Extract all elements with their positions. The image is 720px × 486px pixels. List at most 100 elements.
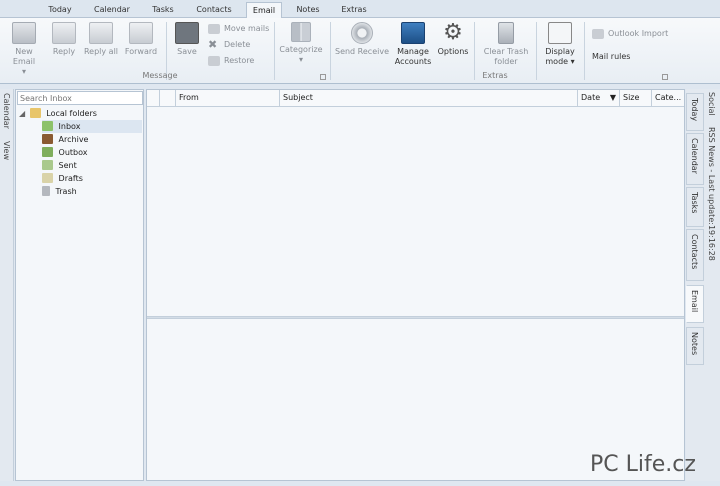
column-from[interactable]: From bbox=[175, 90, 279, 106]
tab-tasks[interactable]: Tasks bbox=[144, 2, 182, 18]
group-launcher-icon[interactable] bbox=[662, 74, 668, 80]
categorize-label: Categorize bbox=[279, 45, 323, 54]
sent-icon bbox=[42, 160, 53, 170]
folder-drafts-label: Drafts bbox=[58, 174, 83, 183]
right-side-strip: Today Calendar Tasks Contacts Email Note… bbox=[686, 89, 720, 481]
options-button[interactable]: ⚙ Options bbox=[436, 22, 470, 57]
mail-list-pane: From Subject Date ▼ Size Cate... bbox=[146, 89, 685, 481]
tab-extras[interactable]: Extras bbox=[334, 2, 374, 18]
watermark: PC Life.cz bbox=[590, 452, 696, 477]
local-folders-label: Local folders bbox=[46, 109, 97, 118]
right-tab-calendar[interactable]: Calendar bbox=[686, 133, 704, 185]
restore-icon bbox=[208, 56, 220, 66]
folder-outbox[interactable]: Outbox bbox=[42, 146, 88, 159]
manage-accounts-button[interactable]: Manage Accounts bbox=[392, 22, 434, 67]
folder-drafts[interactable]: Drafts bbox=[42, 172, 83, 185]
folder-archive[interactable]: Archive bbox=[42, 133, 88, 146]
inbox-icon bbox=[42, 121, 53, 131]
folder-pane: ◢ Local folders Inbox Archive Outbox Sen… bbox=[15, 89, 144, 481]
move-mails-label: Move mails bbox=[224, 24, 270, 33]
categorize-button[interactable]: Categorize ▾ bbox=[278, 22, 324, 65]
tab-today[interactable]: Today bbox=[40, 2, 80, 18]
tab-calendar[interactable]: Calendar bbox=[88, 2, 136, 18]
tab-notes[interactable]: Notes bbox=[290, 2, 326, 18]
send-receive-label: Send Receive bbox=[334, 47, 389, 56]
restore-label: Restore bbox=[224, 56, 255, 65]
new-email-icon bbox=[12, 22, 36, 44]
trash-icon bbox=[42, 186, 50, 196]
folder-inbox-label: Inbox bbox=[58, 122, 81, 131]
column-subject[interactable]: Subject bbox=[279, 90, 577, 106]
save-button[interactable]: Save bbox=[172, 22, 202, 57]
right-tab-email[interactable]: Email bbox=[686, 285, 704, 323]
new-email-button[interactable]: New Email ▾ bbox=[4, 22, 44, 77]
mail-rules-button[interactable]: Mail rules bbox=[576, 50, 630, 64]
view-side-tab[interactable]: View bbox=[2, 141, 11, 160]
tab-email[interactable]: Email bbox=[246, 2, 282, 19]
column-category[interactable]: Cate... bbox=[651, 90, 684, 106]
clear-trash-label-1: Clear Trash bbox=[483, 47, 529, 56]
right-tab-notes[interactable]: Notes bbox=[686, 327, 704, 365]
right-tab-today[interactable]: Today bbox=[686, 93, 704, 131]
folder-icon bbox=[29, 108, 41, 118]
reply-label: Reply bbox=[52, 47, 76, 56]
left-side-strip: Calendar View bbox=[0, 89, 14, 481]
folder-inbox[interactable]: Inbox bbox=[42, 120, 142, 133]
right-tab-notes-label: Notes bbox=[690, 332, 699, 356]
tab-contacts[interactable]: Contacts bbox=[190, 2, 238, 18]
clear-trash-label-2: folder bbox=[494, 57, 518, 66]
right-tab-tasks[interactable]: Tasks bbox=[686, 187, 704, 227]
reply-all-label: Reply all bbox=[83, 47, 119, 56]
ribbon-separator bbox=[274, 22, 275, 80]
column-date-label: Date bbox=[581, 93, 601, 102]
accounts-icon bbox=[401, 22, 425, 44]
delete-button[interactable]: ✖ Delete bbox=[208, 38, 250, 52]
folder-trash[interactable]: Trash bbox=[42, 185, 77, 198]
reply-button[interactable]: Reply bbox=[48, 22, 80, 57]
send-receive-icon bbox=[351, 22, 373, 44]
move-mails-button[interactable]: Move mails bbox=[208, 22, 269, 36]
forward-icon bbox=[129, 22, 153, 44]
right-tab-today-label: Today bbox=[690, 98, 699, 122]
rss-news-side-tab[interactable]: RSS News - Last update:19:16:28 bbox=[707, 127, 716, 261]
column-size[interactable]: Size bbox=[619, 90, 651, 106]
sort-descending-icon: ▼ bbox=[609, 93, 616, 102]
restore-button[interactable]: Restore bbox=[208, 54, 254, 68]
reply-icon bbox=[52, 22, 76, 44]
clear-trash-button[interactable]: Clear Trash folder bbox=[480, 22, 532, 67]
display-mode-button[interactable]: Display mode ▾ bbox=[540, 22, 580, 67]
outlook-import-button[interactable]: Outlook Import bbox=[592, 27, 668, 41]
ribbon-separator bbox=[330, 22, 331, 80]
right-tab-contacts[interactable]: Contacts bbox=[686, 229, 704, 281]
folder-trash-label: Trash bbox=[55, 187, 77, 196]
mail-client-window: Today Calendar Tasks Contacts Email Note… bbox=[0, 0, 720, 486]
right-tab-email-label: Email bbox=[690, 290, 699, 313]
trash-can-icon bbox=[498, 22, 514, 44]
dropdown-arrow-icon: ▾ bbox=[21, 67, 26, 76]
gear-icon: ⚙ bbox=[443, 20, 463, 45]
group-launcher-icon[interactable] bbox=[320, 74, 326, 80]
manage-accounts-label-2: Accounts bbox=[394, 57, 432, 66]
folder-sent-label: Sent bbox=[58, 161, 77, 170]
column-date[interactable]: Date ▼ bbox=[577, 90, 619, 106]
outlook-import-label: Outlook Import bbox=[608, 29, 669, 38]
social-side-tab[interactable]: Social bbox=[707, 92, 716, 116]
right-tab-calendar-label: Calendar bbox=[690, 138, 699, 174]
search-inbox-input[interactable] bbox=[17, 91, 143, 105]
collapse-arrow-icon[interactable]: ◢ bbox=[19, 109, 25, 118]
mail-list-header: From Subject Date ▼ Size Cate... bbox=[147, 90, 684, 107]
archive-icon bbox=[42, 134, 53, 144]
local-folders-root[interactable]: ◢ Local folders bbox=[19, 107, 97, 120]
right-tab-tasks-label: Tasks bbox=[690, 192, 699, 214]
preview-splitter[interactable] bbox=[147, 316, 684, 319]
reply-all-button[interactable]: Reply all bbox=[82, 22, 120, 57]
send-receive-button[interactable]: Send Receive bbox=[334, 22, 390, 57]
forward-button[interactable]: Forward bbox=[122, 22, 160, 57]
manage-accounts-label-1: Manage bbox=[397, 47, 429, 56]
dropdown-arrow-icon: ▾ bbox=[298, 55, 303, 64]
calendar-side-tab[interactable]: Calendar bbox=[2, 93, 11, 129]
message-group-label: Message bbox=[142, 71, 178, 80]
folder-sent[interactable]: Sent bbox=[42, 159, 77, 172]
floppy-disk-icon bbox=[175, 22, 199, 44]
drafts-icon bbox=[42, 173, 53, 183]
